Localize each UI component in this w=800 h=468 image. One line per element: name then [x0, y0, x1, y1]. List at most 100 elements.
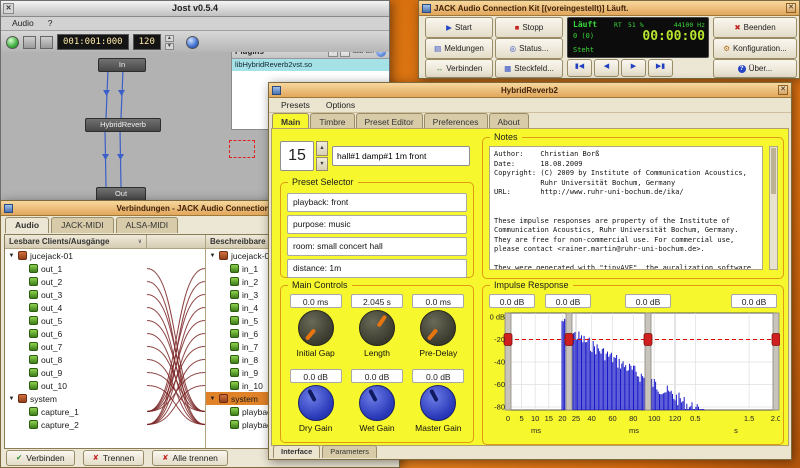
transport-button[interactable]: ◀: [594, 59, 619, 77]
hybridreverb-titlebar[interactable]: HybridReverb2 ✕: [269, 83, 791, 98]
slider-value-box[interactable]: 0.0 dB: [545, 294, 591, 308]
menu-item[interactable]: ?: [41, 17, 60, 30]
knob[interactable]: [420, 310, 456, 346]
graph-node-in[interactable]: In: [98, 58, 146, 72]
bottom-tab[interactable]: Interface: [273, 445, 320, 458]
preset-name-field[interactable]: hall#1 damp#1 1m front: [332, 146, 470, 166]
tree-row[interactable]: ▼ out_6: [5, 327, 147, 340]
connect-window-button[interactable]: ↔ Verbinden: [425, 59, 493, 78]
tree-row[interactable]: ▼ capture_2: [5, 418, 147, 431]
disconnect-all-button[interactable]: ✘ Alle trennen: [152, 450, 228, 466]
tree-row[interactable]: ▼ out_4: [5, 301, 147, 314]
tree-row[interactable]: ▼ out_2: [5, 275, 147, 288]
notes-group: Notes Author: Christian Borß Date: 18.08…: [482, 137, 784, 279]
transport-button[interactable]: ▶▮: [648, 59, 673, 77]
tree-row[interactable]: ▼ jucejack-01: [5, 249, 147, 262]
readable-clients-header[interactable]: Lesbare Clients/Ausgänge ∨: [5, 235, 147, 249]
knob-value-box[interactable]: 2.045 s: [351, 294, 403, 308]
sort-indicator-icon[interactable]: ∨: [138, 238, 142, 245]
tree-row[interactable]: ▼ out_8: [5, 353, 147, 366]
notes-scrollbar[interactable]: [769, 146, 778, 270]
tree-row[interactable]: ▼ out_3: [5, 288, 147, 301]
slider-value-box[interactable]: 0.0 dB: [625, 294, 671, 308]
messages-button[interactable]: ▤ Meldungen: [425, 38, 493, 59]
spin-down-button[interactable]: ▼: [316, 157, 328, 172]
tree-row[interactable]: ▼ capture_1: [5, 405, 147, 418]
setup-button[interactable]: ⚙ Konfiguration...: [713, 38, 797, 59]
connections-tab[interactable]: Audio: [5, 217, 49, 233]
knob[interactable]: [359, 310, 395, 346]
jack-titlebar[interactable]: JACK Audio Connection Kit [(voreingestel…: [419, 1, 799, 16]
patchbay-button[interactable]: ▦ Steckfeld...: [495, 59, 563, 78]
menu-item[interactable]: Audio: [5, 17, 41, 30]
transport-button[interactable]: ▮◀: [567, 59, 592, 77]
tree-row[interactable]: ▼ out_10: [5, 379, 147, 392]
disconnect-button[interactable]: ✘ Trennen: [83, 450, 145, 466]
port-icon: [29, 342, 38, 351]
jost-titlebar[interactable]: ✕ Jost v0.5.4: [1, 1, 389, 17]
knob-value-box[interactable]: 0.0 ms: [290, 294, 342, 308]
plugin-remove-button[interactable]: −: [340, 52, 350, 57]
graph-node-out[interactable]: Out: [96, 187, 146, 201]
preset-combo[interactable]: playback: front: [287, 193, 467, 212]
expand-icon[interactable]: ▼: [209, 253, 216, 259]
knob[interactable]: [298, 310, 334, 346]
quit-button[interactable]: ✖ Beenden: [713, 17, 797, 38]
menu-item[interactable]: Presets: [273, 98, 318, 112]
start-button[interactable]: ▶ Start: [425, 17, 493, 38]
xrun-count: 0 (0): [573, 32, 594, 40]
knob-value-box[interactable]: 0.0 ms: [412, 294, 464, 308]
output-ports-tree: ▼ jucejack-01 ▼ out_1 ▼: [5, 249, 147, 448]
knob-value-box[interactable]: 0.0 dB: [290, 369, 342, 383]
port-icon: [29, 290, 38, 299]
transport-buttons: ▮◀◀▶▶▮: [567, 59, 673, 77]
plugin-add-button[interactable]: +: [328, 52, 338, 57]
stop-button[interactable]: [23, 36, 36, 49]
connect-button[interactable]: ✔ Verbinden: [6, 450, 75, 466]
expand-icon[interactable]: ▼: [8, 253, 15, 259]
close-button[interactable]: ✕: [786, 3, 796, 13]
slider-value-box[interactable]: 0.0 dB: [731, 294, 777, 308]
plugin-info-icon[interactable]: i: [376, 52, 386, 57]
connections-tab[interactable]: JACK-MIDI: [51, 217, 114, 233]
record-button[interactable]: [40, 36, 53, 49]
expand-icon[interactable]: ▼: [209, 396, 216, 402]
impulse-response-group: Impulse Response 0.0 dB0.0 dB0.0 dB0.0 d…: [482, 285, 784, 445]
slider-value-box[interactable]: 0.0 dB: [489, 294, 535, 308]
tree-row[interactable]: ▼ out_5: [5, 314, 147, 327]
bottom-tab[interactable]: Parameters: [322, 445, 377, 458]
graph-node-hybridreverb[interactable]: HybridReverb: [85, 118, 161, 132]
plugin-list-item[interactable]: libHybridReverb2vst.so: [232, 59, 389, 71]
knob-value-box[interactable]: 0.0 dB: [351, 369, 403, 383]
spin-up-button[interactable]: ▲: [316, 141, 328, 156]
status-button[interactable]: ◎ Status...: [495, 38, 563, 59]
preset-combo[interactable]: purpose: music: [287, 215, 467, 234]
tree-row[interactable]: ▼ system: [5, 392, 147, 405]
jack-status-icon[interactable]: [186, 36, 199, 49]
preset-combo[interactable]: room: small concert hall: [287, 237, 467, 256]
close-button[interactable]: ✕: [778, 85, 788, 95]
knob[interactable]: [420, 385, 456, 421]
transport-button[interactable]: ▶: [621, 59, 646, 77]
connections-tab[interactable]: ALSA-MIDI: [116, 217, 179, 233]
stop-button[interactable]: ■ Stopp: [495, 17, 563, 38]
impulse-plot[interactable]: 0 dB-20-40-60-8005101520254060801001200.…: [484, 310, 780, 438]
spin-down-icon[interactable]: ▼: [165, 43, 174, 50]
tempo-spinner[interactable]: ▲ ▼: [165, 35, 174, 50]
preset-combo[interactable]: distance: 1m: [287, 259, 467, 278]
about-button[interactable]: ? Über...: [713, 59, 797, 78]
knob[interactable]: [359, 385, 395, 421]
preset-number[interactable]: 15: [280, 141, 314, 171]
close-icon[interactable]: ✕: [3, 3, 14, 14]
expand-icon[interactable]: ▼: [8, 396, 15, 402]
knob[interactable]: [298, 385, 334, 421]
notes-text[interactable]: Author: Christian Borß Date: 18.08.2009 …: [489, 146, 763, 270]
tree-row[interactable]: ▼ out_9: [5, 366, 147, 379]
play-button[interactable]: [6, 36, 19, 49]
knob-value-box[interactable]: 0.0 dB: [412, 369, 464, 383]
connect-window-button-label: Verbinden: [446, 64, 482, 73]
tree-row[interactable]: ▼ out_1: [5, 262, 147, 275]
menu-item[interactable]: Options: [318, 98, 363, 112]
tree-row[interactable]: ▼ out_7: [5, 340, 147, 353]
spin-up-icon[interactable]: ▲: [165, 35, 174, 42]
